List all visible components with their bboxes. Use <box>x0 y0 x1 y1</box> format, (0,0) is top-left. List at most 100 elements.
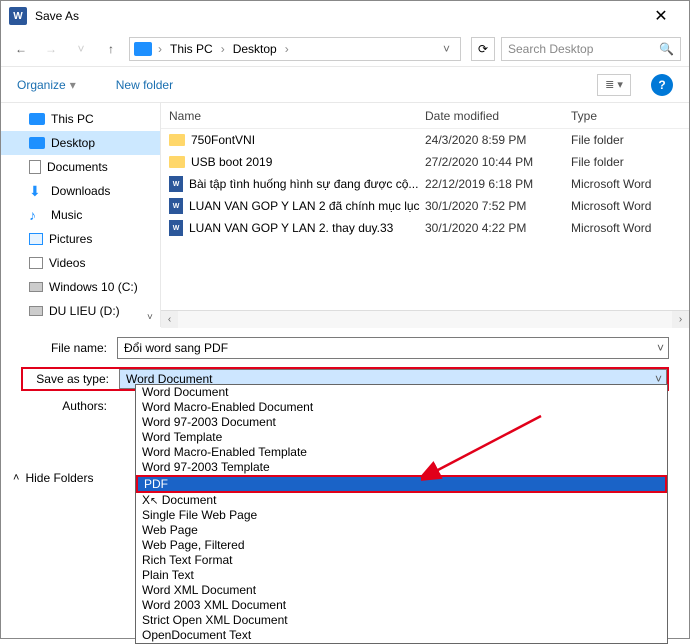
savetype-dropdown[interactable]: Word DocumentWord Macro-Enabled Document… <box>135 384 668 644</box>
dropdown-item-word-template[interactable]: Word Template <box>136 430 667 445</box>
breadcrumb-this-pc[interactable]: This PC <box>166 42 217 56</box>
sidebar-scroll-down-icon[interactable]: ˅ <box>147 312 153 323</box>
dropdown-item-word-2003-xml-document[interactable]: Word 2003 XML Document <box>136 598 667 613</box>
file-name: USB boot 2019 <box>191 155 272 169</box>
column-headers: Name Date modified Type <box>161 103 689 129</box>
sidebar-item-label: Downloads <box>51 184 110 198</box>
new-folder-button[interactable]: New folder <box>116 78 173 92</box>
chevron-right-icon: › <box>285 42 289 56</box>
dropdown-item-web-page[interactable]: Web Page <box>136 523 667 538</box>
file-type: File folder <box>571 133 689 147</box>
sidebar-item-label: Videos <box>49 256 85 270</box>
file-date: 22/12/2019 6:18 PM <box>425 177 571 191</box>
dropdown-item-word-xml-document[interactable]: Word XML Document <box>136 583 667 598</box>
hide-folders-button[interactable]: ˄ Hide Folders <box>13 471 93 485</box>
view-options-button[interactable]: ≣ ▾ <box>597 74 631 96</box>
col-header-type[interactable]: Type <box>571 109 689 123</box>
sidebar-item-label: Desktop <box>51 136 95 150</box>
dropdown-item-rich-text-format[interactable]: Rich Text Format <box>136 553 667 568</box>
dropdown-item-word-97-2003-document[interactable]: Word 97-2003 Document <box>136 415 667 430</box>
chevron-down-icon: ▾ <box>70 78 76 92</box>
file-date: 24/3/2020 8:59 PM <box>425 133 571 147</box>
file-name: LUAN VAN GOP Y LAN 2. thay duy.33 <box>189 221 393 235</box>
file-row[interactable]: USB boot 2019 27/2/2020 10:44 PMFile fold… <box>161 151 689 173</box>
sidebar-item-documents[interactable]: Documents <box>1 155 160 179</box>
navbar: ← → ˅ ↑ › This PC › Desktop › ˅ ⟳ Search… <box>1 31 689 67</box>
file-name: LUAN VAN GOP Y LAN 2 đã chính mục lục <box>189 199 420 213</box>
file-date: 27/2/2020 10:44 PM <box>425 155 571 169</box>
file-date: 30/1/2020 7:52 PM <box>425 199 571 213</box>
dropdown-item-web-page-filtered[interactable]: Web Page, Filtered <box>136 538 667 553</box>
chevron-down-icon[interactable]: ˅ <box>657 341 664 355</box>
save-as-dialog: W Save As ✕ ← → ˅ ↑ › This PC › Desktop … <box>0 0 690 639</box>
word-doc-icon: W <box>169 198 183 214</box>
authors-label: Authors: <box>21 399 117 413</box>
sidebar-item-label: Pictures <box>49 232 92 246</box>
col-header-name[interactable]: Name <box>169 109 425 123</box>
main-area: This PC Desktop Documents⬇Downloads♪Music P… <box>1 103 689 327</box>
dropdown-item-xps-document[interactable]: X↖ Document <box>136 493 667 508</box>
search-placeholder: Search Desktop <box>508 42 593 56</box>
sidebar-item-music[interactable]: ♪Music <box>1 203 160 227</box>
sidebar-item-label: This PC <box>51 112 94 126</box>
sidebar-item-videos[interactable]: Videos <box>1 251 160 275</box>
sidebar-item-this-pc[interactable]: This PC <box>1 107 160 131</box>
search-icon: 🔍 <box>659 42 674 56</box>
titlebar: W Save As ✕ <box>1 1 689 31</box>
chevron-right-icon: › <box>221 42 225 56</box>
file-row[interactable]: W LUAN VAN GOP Y LAN 2 đã chính mục lục 30… <box>161 195 689 217</box>
dropdown-item-word-macro-enabled-template[interactable]: Word Macro-Enabled Template <box>136 445 667 460</box>
nav-up-button[interactable]: ↑ <box>99 37 123 61</box>
dropdown-item-strict-open-xml-document[interactable]: Strict Open XML Document <box>136 613 667 628</box>
search-input[interactable]: Search Desktop 🔍 <box>501 37 681 61</box>
nav-forward-button[interactable]: → <box>39 37 63 61</box>
nav-recent-button[interactable]: ˅ <box>69 37 93 61</box>
dropdown-item-word-97-2003-template[interactable]: Word 97-2003 Template <box>136 460 667 475</box>
address-dropdown-icon[interactable]: ˅ <box>437 42 456 56</box>
word-doc-icon: W <box>169 220 183 236</box>
sidebar-item-pictures[interactable]: Pictures <box>1 227 160 251</box>
nav-back-button[interactable]: ← <box>9 37 33 61</box>
close-button[interactable]: ✕ <box>641 1 681 31</box>
scroll-track[interactable] <box>178 311 672 328</box>
breadcrumb-desktop[interactable]: Desktop <box>229 42 281 56</box>
savetype-label: Save as type: <box>23 372 119 386</box>
sidebar-item-label: Windows 10 (C:) <box>49 280 138 294</box>
sidebar: This PC Desktop Documents⬇Downloads♪Music P… <box>1 103 161 327</box>
dropdown-item-word-macro-enabled-document[interactable]: Word Macro-Enabled Document <box>136 400 667 415</box>
organize-button[interactable]: Organize▾ <box>17 78 76 92</box>
dropdown-item-word-document[interactable]: Word Document <box>136 385 667 400</box>
file-name: Bài tập tình huống hình sự đang được cộ.… <box>189 177 418 191</box>
file-date: 30/1/2020 4:22 PM <box>425 221 571 235</box>
file-row[interactable]: 750FontVNI 24/3/2020 8:59 PMFile folder <box>161 129 689 151</box>
file-type: Microsoft Word <box>571 177 689 191</box>
pc-icon <box>134 42 152 56</box>
sidebar-item-du-lieu-d-[interactable]: DU LIEU (D:) <box>1 299 160 323</box>
refresh-button[interactable]: ⟳ <box>471 37 495 61</box>
file-type: File folder <box>571 155 689 169</box>
sidebar-item-windows-10-c-[interactable]: Windows 10 (C:) <box>1 275 160 299</box>
chevron-right-icon: › <box>158 42 162 56</box>
address-bar[interactable]: › This PC › Desktop › ˅ <box>129 37 461 61</box>
dropdown-item-opendocument-text[interactable]: OpenDocument Text <box>136 628 667 643</box>
scroll-right-icon[interactable]: › <box>672 311 689 328</box>
horizontal-scrollbar[interactable]: ‹ › <box>161 310 689 327</box>
dropdown-item-pdf[interactable]: PDF <box>136 475 667 493</box>
file-row[interactable]: W LUAN VAN GOP Y LAN 2. thay duy.33 30/1/2… <box>161 217 689 239</box>
sidebar-item-label: DU LIEU (D:) <box>49 304 120 318</box>
file-name: 750FontVNI <box>191 133 255 147</box>
word-app-icon: W <box>9 7 27 25</box>
sidebar-item-downloads[interactable]: ⬇Downloads <box>1 179 160 203</box>
file-row[interactable]: WBài tập tình huống hình sự đang được cộ… <box>161 173 689 195</box>
col-header-date[interactable]: Date modified <box>425 109 571 123</box>
sidebar-item-desktop[interactable]: Desktop <box>1 131 160 155</box>
file-type: Microsoft Word <box>571 221 689 235</box>
file-list[interactable]: 750FontVNI24/3/2020 8:59 PMFile folderUS… <box>161 129 689 310</box>
filename-input[interactable]: Đổi word sang PDF ˅ <box>117 337 669 359</box>
help-button[interactable]: ? <box>651 74 673 96</box>
dropdown-item-plain-text[interactable]: Plain Text <box>136 568 667 583</box>
dropdown-item-single-file-web-page[interactable]: Single File Web Page <box>136 508 667 523</box>
filename-label: File name: <box>21 341 117 355</box>
sidebar-item-label: Music <box>51 208 82 222</box>
scroll-left-icon[interactable]: ‹ <box>161 311 178 328</box>
